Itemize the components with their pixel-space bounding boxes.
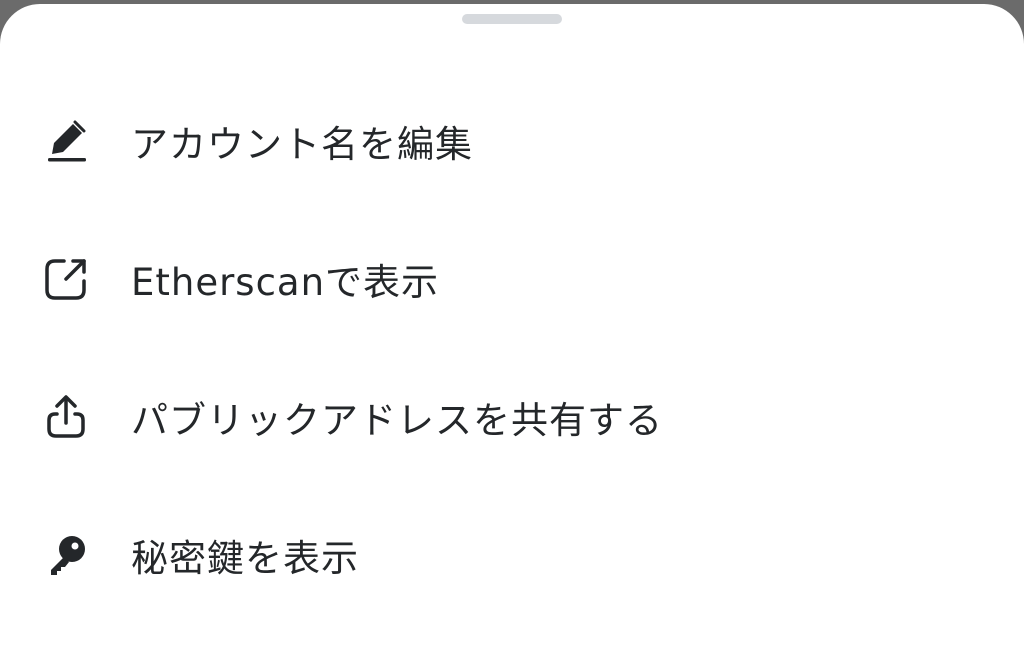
menu-item-show-private-key[interactable]: 秘密鍵を表示 [0, 486, 1024, 624]
key-icon [40, 529, 92, 581]
menu-item-label: パブリックアドレスを共有する [131, 399, 663, 442]
menu-item-edit-account-name[interactable]: アカウント名を編集 [0, 72, 1024, 210]
menu-item-label: Etherscanで表示 [131, 261, 440, 304]
account-actions-menu: アカウント名を編集 Etherscanで表示 パブリックアドレスを共有する 秘密… [0, 72, 1024, 624]
menu-item-share-public-address[interactable]: パブリックアドレスを共有する [0, 348, 1024, 486]
menu-item-view-on-etherscan[interactable]: Etherscanで表示 [0, 210, 1024, 348]
bottom-sheet: アカウント名を編集 Etherscanで表示 パブリックアドレスを共有する 秘密… [0, 4, 1024, 660]
sheet-drag-handle[interactable] [462, 14, 562, 24]
menu-item-label: 秘密鍵を表示 [131, 537, 359, 580]
share-icon [40, 391, 92, 443]
menu-item-label: アカウント名を編集 [131, 123, 473, 166]
external-link-icon [40, 253, 92, 305]
pencil-icon [40, 115, 92, 167]
